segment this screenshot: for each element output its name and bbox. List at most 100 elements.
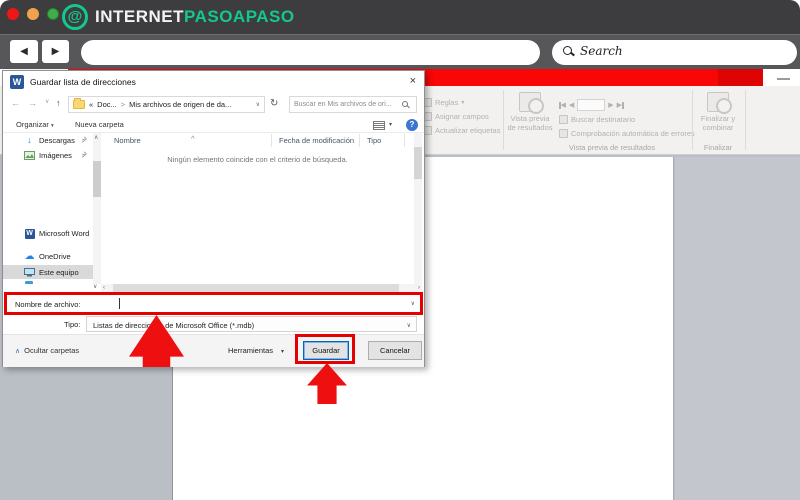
search-placeholder: Search [580,44,623,58]
scrollbar-thumb[interactable] [93,161,101,197]
filename-input[interactable] [117,297,409,310]
guardar-button[interactable]: Guardar [303,341,349,360]
sidebar-item-partial[interactable] [3,281,93,284]
column-header-nombre[interactable]: Nombre [114,136,141,145]
minimize-traffic-light[interactable] [27,8,39,20]
sidebar-item-descargas[interactable]: ↓ Descargas [3,133,93,147]
finalizar-line2: combinar [702,123,734,132]
ribbon-actualizar-etiquetas-button[interactable]: Actualizar etiquetas [423,126,500,135]
scroll-up-icon[interactable]: ∧ [94,134,98,141]
sidebar-item-este-equipo[interactable]: Este equipo [3,265,93,279]
scroll-down-icon[interactable]: ∨ [93,283,97,290]
dialog-search-box[interactable]: Buscar en Mis archivos de ori... [289,96,417,113]
site-logo: @ INTERNET PASO A PASO [62,0,295,34]
chevron-down-icon: ▾ [461,100,465,106]
computer-icon [24,267,35,277]
browser-forward-button[interactable]: ▶ [42,40,69,63]
dialog-footer: ∧ Ocultar carpetas Herramientas ▾ Guardar … [3,334,424,367]
cancelar-button[interactable]: Cancelar [368,341,422,360]
finalizar-line1: Finalizar y [700,114,736,123]
column-headers: Nombre ^ Fecha de modificación Tipo [101,133,414,148]
ocultar-carpetas-button[interactable]: ∧ Ocultar carpetas [15,346,79,355]
column-divider [404,134,405,147]
change-view-icon[interactable] [373,121,385,130]
word-icon: W [24,228,35,239]
browser-back-button[interactable]: ◀ [10,40,38,63]
sidebar-item-microsoft-word[interactable]: W Microsoft Word [3,226,93,240]
dialog-toolbar: Organizar ▾ Nueva carpeta ▾ ? [3,115,424,133]
sidebar-item-onedrive[interactable]: ☁ OneDrive [3,249,93,263]
finish-merge-icon [707,92,732,114]
scroll-right-icon[interactable]: › [418,285,420,291]
close-icon[interactable]: × [410,75,416,87]
brand-word-a: A [232,7,246,26]
nav-back-icon[interactable]: ← [11,98,20,108]
chevron-down-icon[interactable]: ∨ [411,300,415,307]
dialog-sidebar: ↓ Descargas Imágenes W Microsoft Word ☁ … [3,133,93,284]
scrollbar-thumb[interactable] [414,147,422,179]
breadcrumb-item-documents[interactable]: Doc... [97,100,117,109]
ribbon-separator [692,90,693,150]
sidebar-scrollbar[interactable]: ∧ [93,133,101,284]
help-icon[interactable]: ? [406,119,418,131]
asignar-campos-label: Asignar campos [435,112,489,121]
breadcrumb[interactable]: « Doc... > Mis archivos de origen de da.… [68,96,265,113]
search-icon [402,101,408,107]
previous-record-icon[interactable]: ◀ [569,101,574,109]
ribbon-vista-previa-button[interactable]: Vista previa de resultados [506,92,554,132]
scroll-left-icon[interactable]: ‹ [103,285,105,291]
last-record-icon[interactable]: ▶ [617,100,624,110]
search-icon [563,46,572,55]
breadcrumb-overflow[interactable]: « [89,100,93,109]
ribbon-separator [503,90,504,150]
column-header-tipo[interactable]: Tipo [367,136,381,145]
column-divider [271,134,272,147]
dialog-titlebar[interactable]: W Guardar lista de direcciones × [3,71,424,93]
vista-previa-line1: Vista previa [510,114,550,123]
sidebar-item-imagenes[interactable]: Imágenes [3,148,93,162]
close-traffic-light[interactable] [7,8,19,20]
zoom-traffic-light[interactable] [47,8,59,20]
brand-word-internet: INTERNET [95,7,184,26]
recent-locations-icon[interactable]: ∨ [45,98,49,105]
dialog-address-row: ← → ∨ ↑ « Doc... > Mis archivos de orige… [3,93,424,115]
column-header-fecha[interactable]: Fecha de modificación [279,136,354,145]
first-record-icon[interactable]: ◀ [559,100,566,110]
ribbon-finalizar-combinar-button[interactable]: Finalizar y combinar [695,92,741,132]
comprobacion-label: Comprobación automática de errores [571,129,695,138]
ribbon-buscar-destinatario-button[interactable]: Buscar destinatario [559,115,635,124]
herramientas-menu[interactable]: Herramientas ▾ [228,346,284,355]
sort-ascending-icon: ^ [191,134,195,143]
address-bar-input[interactable] [81,40,540,65]
ribbon-comprobacion-button[interactable]: Comprobación automática de errores [559,129,695,138]
next-record-icon[interactable]: ▶ [608,101,613,109]
refresh-icon[interactable]: ↻ [270,98,278,109]
collapse-ribbon-dash-icon[interactable] [777,78,790,80]
ribbon-asignar-campos-button[interactable]: Asignar campos [423,112,489,121]
chevron-down-icon: ▾ [51,123,54,129]
filelist-scrollbar[interactable] [414,133,422,284]
red-banner-end-segment [718,69,763,86]
tipo-label: Tipo: [64,320,81,329]
onedrive-icon: ☁ [24,250,35,262]
filename-label: Nombre de archivo: [15,300,81,309]
chevron-down-icon[interactable]: ▾ [389,121,392,128]
buscar-destinatario-label: Buscar destinatario [571,115,636,124]
up-one-level-icon[interactable]: ↑ [56,98,61,108]
folder-icon [73,98,85,109]
record-number-input[interactable] [577,99,606,111]
chevron-down-icon[interactable]: ∨ [256,101,260,108]
file-type-select[interactable]: Listas de direcciones de Microsoft Offic… [86,316,417,332]
browser-search-box[interactable]: Search [552,40,797,65]
group-label-vista-previa: Vista previa de resultados [568,143,656,152]
nueva-carpeta-button[interactable]: Nueva carpeta [75,120,124,129]
organizar-menu[interactable]: Organizar ▾ [16,120,54,129]
pin-icon [81,151,87,158]
pin-icon [81,136,87,143]
pictures-icon [24,150,35,160]
ribbon-reglas-button[interactable]: Reglas ▾ [423,98,464,107]
file-type-value: Listas de direcciones de Microsoft Offic… [93,321,255,330]
record-navigator[interactable]: ◀ ◀ ▶ ▶ [559,99,624,111]
nav-forward-icon[interactable]: → [28,98,37,108]
breadcrumb-item-current[interactable]: Mis archivos de origen de da... [129,100,231,109]
